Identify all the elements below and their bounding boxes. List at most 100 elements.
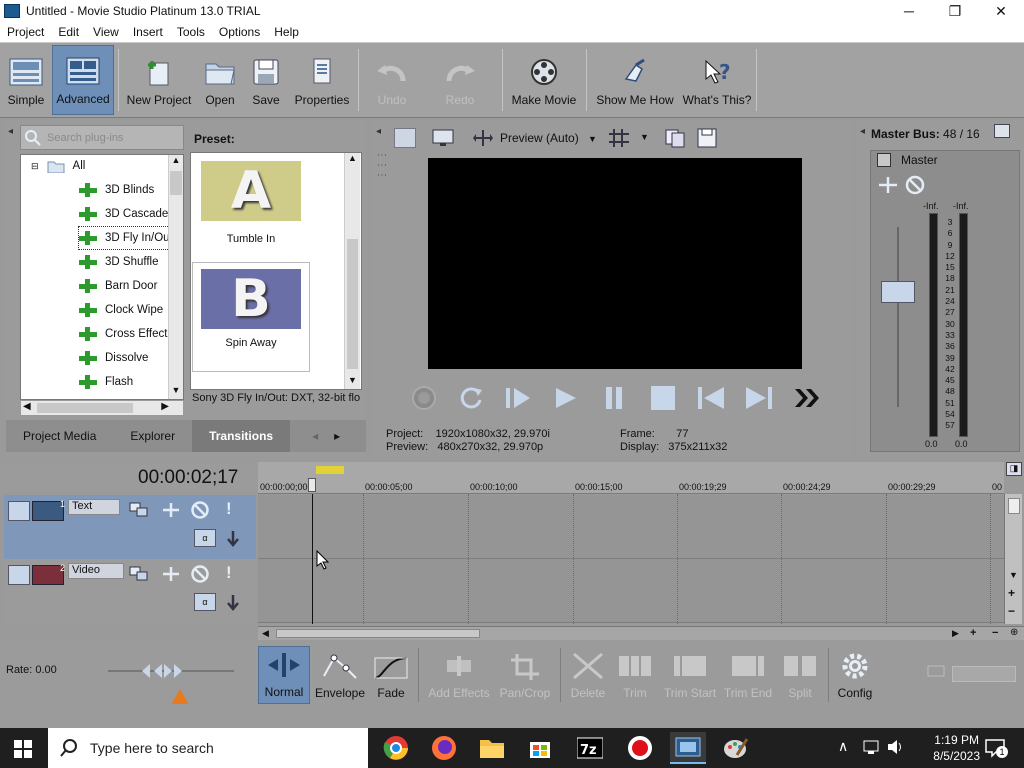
tree-collapse-icon[interactable]: ⊟ <box>31 161 39 172</box>
scroll-down-icon[interactable]: ▼ <box>1009 570 1018 580</box>
undo-button[interactable]: Undo <box>368 45 416 115</box>
master-collapse-icon[interactable]: ◂ <box>860 126 865 137</box>
tree-item-clock-wipe[interactable]: Clock Wipe <box>79 299 163 321</box>
simple-button[interactable]: Simple <box>4 45 48 115</box>
master-properties-icon[interactable] <box>994 124 1010 138</box>
split-screen-icon[interactable] <box>472 128 494 148</box>
panel-grip-icon[interactable]: ⋮⋮⋮ <box>376 150 387 180</box>
external-monitor-icon[interactable] <box>432 128 454 148</box>
close-button[interactable]: ✕ <box>978 0 1024 22</box>
preview-collapse-icon[interactable]: ◂ <box>376 126 381 137</box>
taskbar-clock[interactable]: 1:19 PM 8/5/2023 <box>933 732 980 764</box>
pan-crop-button[interactable]: Pan/Crop <box>496 646 554 704</box>
track-fx-icon[interactable] <box>160 565 182 583</box>
track-header-text[interactable]: 1 Text ! α <box>4 495 256 559</box>
overlays-grid-icon[interactable] <box>608 128 630 148</box>
zoom-out-track-icon[interactable]: − <box>1008 604 1015 618</box>
save-snapshot-icon[interactable] <box>696 128 718 148</box>
scroll-left-icon[interactable]: ◀ <box>23 401 31 412</box>
tree-item-3d-fly-in-out[interactable]: 3D Fly In/Out <box>78 226 174 250</box>
track-lane-video[interactable] <box>258 559 1004 623</box>
tree-vertical-scrollbar[interactable]: ▲ ▼ <box>168 155 183 399</box>
delete-button[interactable]: Delete <box>566 646 610 704</box>
tree-item-flash[interactable]: Flash <box>79 371 133 393</box>
master-insert-fx-icon[interactable] <box>877 175 899 195</box>
menu-insert[interactable]: Insert <box>126 25 170 39</box>
menu-options[interactable]: Options <box>212 25 267 39</box>
track-collapse-icon[interactable] <box>8 565 30 585</box>
track-collapse-icon[interactable] <box>8 501 30 521</box>
compositing-mode-icon[interactable] <box>128 501 150 519</box>
7zip-icon[interactable]: 7z <box>572 732 608 764</box>
preset-tumble-in[interactable]: A Tumble In <box>199 159 311 249</box>
track-solo-icon[interactable]: ! <box>226 499 232 519</box>
scroll-left-icon[interactable]: ◀ <box>262 628 269 639</box>
tree-item-barn-door[interactable]: Barn Door <box>79 275 157 297</box>
tabs-next-icon[interactable]: ▸ <box>326 429 348 443</box>
open-button[interactable]: Open <box>198 45 242 115</box>
parent-motion-icon[interactable]: α <box>194 529 216 547</box>
scroll-up-icon[interactable]: ▲ <box>169 155 183 169</box>
tree-item-all[interactable]: ⊟ All <box>31 155 85 177</box>
playhead-handle[interactable] <box>308 478 316 492</box>
track-mute-icon[interactable] <box>190 501 210 519</box>
master-fader-handle[interactable] <box>881 281 915 303</box>
track-name-video[interactable]: Video <box>68 563 124 579</box>
trim-end-button[interactable]: Trim End <box>722 646 774 704</box>
timeline-horizontal-scrollbar[interactable]: ◀ ▶ + − ⊕ <box>258 626 1024 640</box>
loop-playback-icon[interactable] <box>456 384 486 412</box>
more-controls-icon[interactable] <box>792 384 822 412</box>
zoom-tool-icon[interactable]: ⊕ <box>1010 627 1018 638</box>
chrome-icon[interactable] <box>378 732 414 764</box>
menu-view[interactable]: View <box>86 25 126 39</box>
snapping-icon[interactable] <box>926 662 946 680</box>
pause-icon[interactable] <box>600 384 630 412</box>
tree-item-3d-shuffle[interactable]: 3D Shuffle <box>79 251 159 273</box>
envelope-tool-button[interactable]: Envelope <box>312 646 368 704</box>
file-explorer-icon[interactable] <box>474 732 510 764</box>
vscroll-thumb[interactable] <box>1008 498 1020 514</box>
plugin-search-box[interactable]: Search plug-ins <box>20 125 184 150</box>
redo-button[interactable]: Redo <box>436 45 484 115</box>
maximize-button[interactable]: ❐ <box>932 0 978 22</box>
preset-scroll-thumb[interactable] <box>347 239 358 369</box>
tree-horizontal-scrollbar[interactable]: ◀ ▶ <box>20 400 184 416</box>
make-movie-button[interactable]: Make Movie <box>508 45 580 115</box>
movie-studio-taskbar-icon[interactable] <box>670 732 706 764</box>
panel-collapse-icon[interactable]: ◂ <box>8 126 16 144</box>
make-compositing-child-icon[interactable] <box>224 529 242 547</box>
play-icon[interactable] <box>552 384 582 412</box>
copy-snapshot-icon[interactable] <box>664 128 686 148</box>
timecode-display[interactable]: 00:00:02;17 <box>138 467 238 489</box>
whats-this-button[interactable]: ? What's This? <box>682 45 752 115</box>
stop-icon[interactable] <box>648 384 678 412</box>
tab-transitions[interactable]: Transitions <box>192 420 291 452</box>
microsoft-store-icon[interactable] <box>522 732 558 764</box>
windows-start-icon[interactable] <box>14 740 32 758</box>
advanced-button[interactable]: Advanced <box>52 45 114 115</box>
save-button[interactable]: Save <box>246 45 286 115</box>
timeline-vertical-scrollbar[interactable]: ▼ + − <box>1004 494 1022 624</box>
compositing-mode-icon[interactable] <box>128 565 150 583</box>
menu-edit[interactable]: Edit <box>51 25 86 39</box>
tree-hscroll-thumb[interactable] <box>37 403 133 413</box>
trim-button[interactable]: Trim <box>614 646 656 704</box>
parent-motion-icon[interactable]: α <box>194 593 216 611</box>
timeline-options-icon[interactable]: ◨ <box>1006 462 1022 476</box>
play-from-start-icon[interactable] <box>504 384 534 412</box>
preset-list[interactable]: A Tumble In B Spin Away <box>190 152 362 390</box>
scroll-right-icon[interactable]: ▶ <box>952 628 959 639</box>
volume-icon[interactable] <box>886 738 904 756</box>
taskbar-search-box[interactable]: Type here to search <box>48 728 368 768</box>
show-me-how-button[interactable]: Show Me How <box>594 45 676 115</box>
tree-item-3d-blinds[interactable]: 3D Blinds <box>79 179 154 201</box>
track-header-video[interactable]: 2 Video ! α <box>4 559 256 623</box>
playhead-cursor[interactable] <box>312 494 313 624</box>
tree-item-3d-cascade[interactable]: 3D Cascade <box>79 203 168 225</box>
preview-properties-icon[interactable] <box>394 128 416 148</box>
master-mute-icon[interactable] <box>905 175 925 195</box>
properties-button[interactable]: Properties <box>290 45 354 115</box>
firefox-icon[interactable] <box>426 732 462 764</box>
paint-icon[interactable] <box>718 732 754 764</box>
tree-item-dissolve[interactable]: Dissolve <box>79 347 148 369</box>
